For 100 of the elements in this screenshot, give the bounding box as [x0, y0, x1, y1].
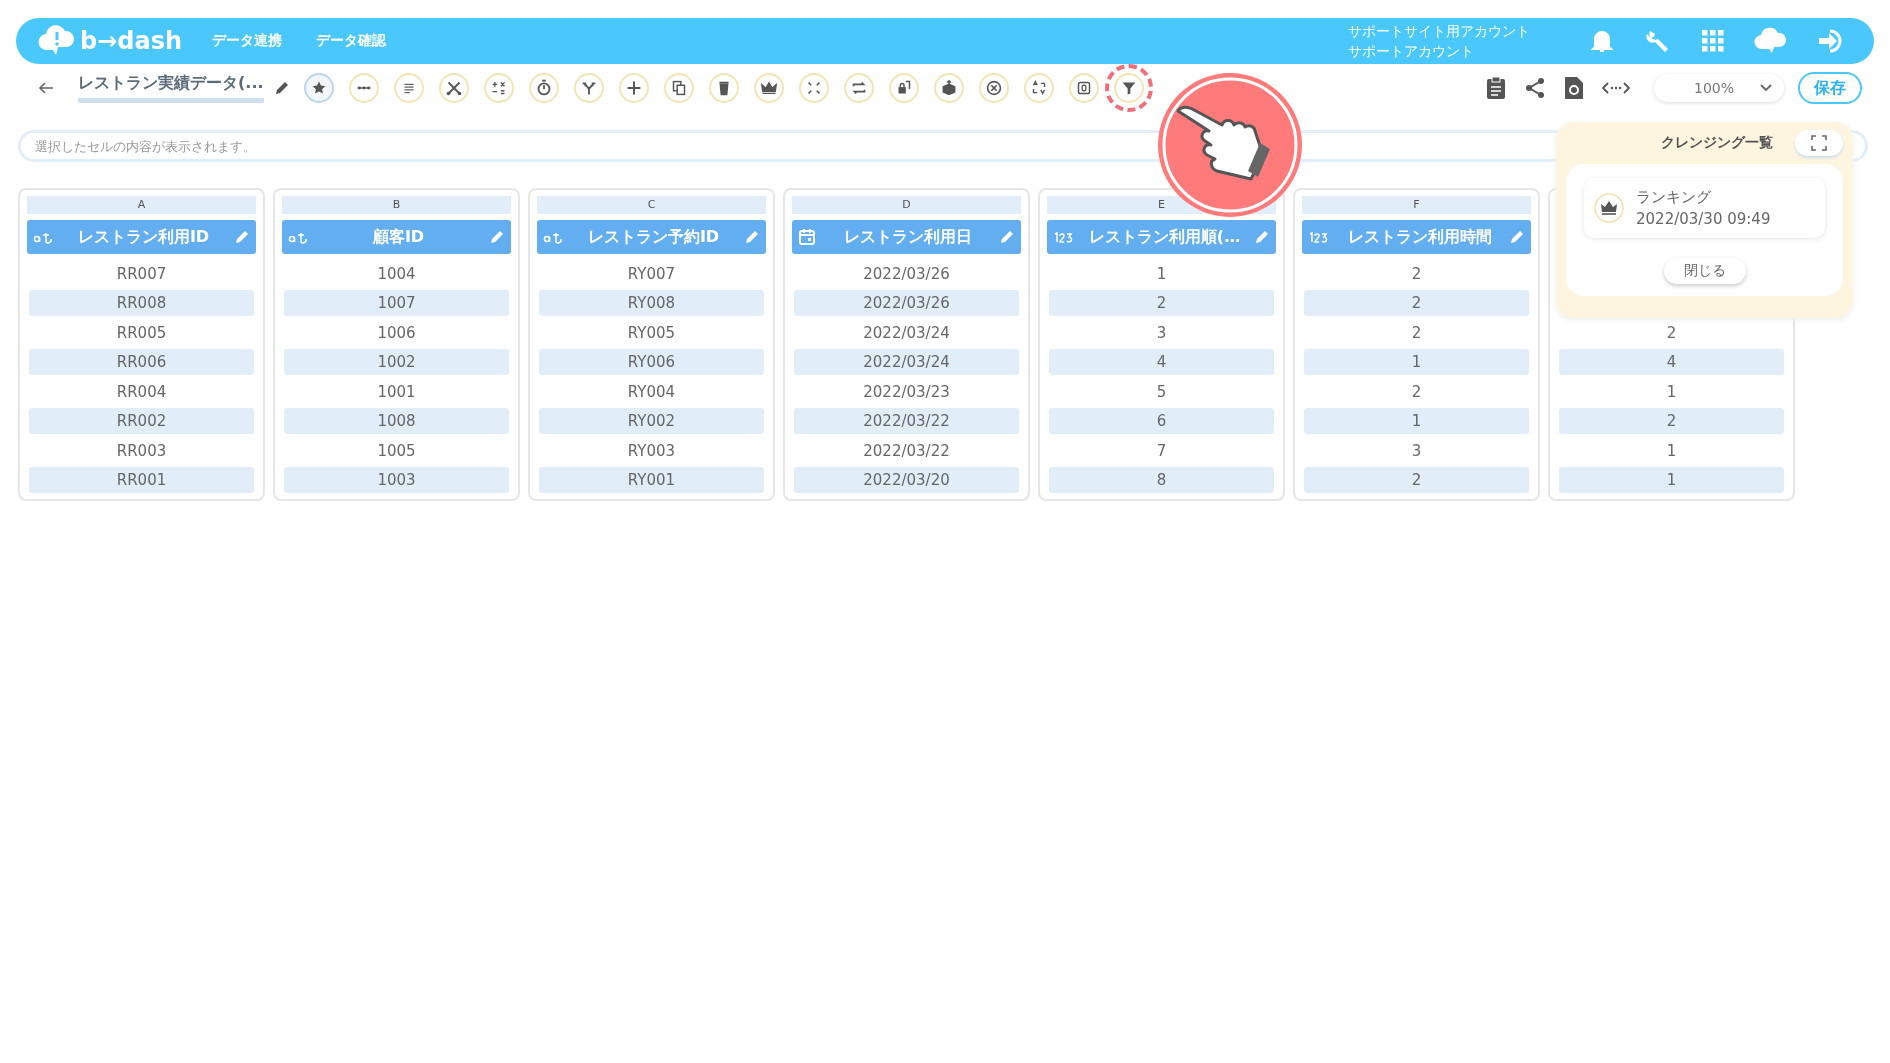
table-cell[interactable]: 2 — [1049, 290, 1274, 317]
table-cell[interactable]: 2 — [1304, 260, 1529, 287]
table-cell[interactable]: 1 — [1559, 467, 1784, 494]
plus-icon[interactable] — [618, 73, 649, 103]
column-letter: F — [1302, 196, 1531, 214]
table-cell[interactable]: 1004 — [284, 260, 509, 287]
crown-icon — [1594, 193, 1624, 223]
document-refresh-icon[interactable] — [1563, 76, 1584, 100]
account-name: サポートサイト用アカウント — [1348, 22, 1530, 41]
table-cell[interactable]: 1002 — [284, 349, 509, 376]
table-cell[interactable]: 2022/03/22 — [794, 408, 1019, 435]
xcircle-icon[interactable] — [978, 73, 1009, 103]
table-cell[interactable]: RY003 — [539, 437, 764, 464]
copy-icon[interactable] — [663, 73, 694, 103]
back-arrow-icon[interactable] — [38, 81, 54, 95]
table-cell[interactable]: 1 — [1559, 437, 1784, 464]
table-cell[interactable]: 2 — [1304, 319, 1529, 346]
table-cell[interactable]: 4 — [1559, 349, 1784, 376]
lines-icon[interactable] — [393, 73, 424, 103]
table-cell[interactable]: 1 — [1304, 349, 1529, 376]
table-cell[interactable]: 1001 — [284, 378, 509, 405]
table-cell[interactable]: RY008 — [539, 290, 764, 317]
table-cell[interactable]: RR006 — [29, 349, 254, 376]
share-icon[interactable] — [1523, 77, 1546, 99]
table-cell[interactable]: 2022/03/26 — [794, 290, 1019, 317]
number-type-icon — [1308, 230, 1330, 244]
column-letter: C — [537, 196, 766, 214]
column-letter: A — [27, 196, 256, 214]
table-cell[interactable]: RY004 — [539, 378, 764, 405]
crown-icon[interactable] — [753, 73, 784, 103]
panel-title: クレンジング一覧 — [1661, 134, 1773, 152]
fullscreen-button[interactable] — [1795, 130, 1843, 156]
compress-icon[interactable] — [798, 73, 829, 103]
table-cell[interactable]: RR008 — [29, 290, 254, 317]
code-icon[interactable] — [1601, 80, 1630, 96]
table-cell[interactable]: 6 — [1049, 408, 1274, 435]
table-cell[interactable]: 2 — [1304, 467, 1529, 494]
dots-icon[interactable] — [348, 73, 379, 103]
table-cell[interactable]: 7 — [1049, 437, 1274, 464]
table-cell[interactable]: 1006 — [284, 319, 509, 346]
table-cell[interactable]: 2 — [1559, 408, 1784, 435]
table-cell[interactable]: RR001 — [29, 467, 254, 494]
column-letter: B — [282, 196, 511, 214]
fullscreen-icon[interactable] — [1811, 135, 1827, 151]
table-cell[interactable]: RR002 — [29, 408, 254, 435]
clipboard-icon[interactable] — [1485, 76, 1506, 100]
text-type-icon — [288, 230, 308, 244]
table-cell[interactable]: RY005 — [539, 319, 764, 346]
trash-icon[interactable] — [708, 73, 739, 103]
table-cell[interactable]: 2022/03/22 — [794, 437, 1019, 464]
table-cell[interactable]: 3 — [1304, 437, 1529, 464]
document-title[interactable]: レストラン実績データ(... — [78, 73, 264, 103]
table-cell[interactable]: 1 — [1304, 408, 1529, 435]
table-cell[interactable]: 2 — [1304, 378, 1529, 405]
box-icon[interactable] — [933, 73, 964, 103]
calc-icon[interactable] — [483, 73, 514, 103]
table-cell[interactable]: 2 — [1559, 319, 1784, 346]
table-cell[interactable]: RY002 — [539, 408, 764, 435]
cleansing-item[interactable]: ランキング 2022/03/30 09:49 — [1584, 178, 1825, 238]
lock-icon[interactable] — [888, 73, 919, 103]
number-type-icon — [1053, 230, 1075, 244]
table-cell[interactable]: RR007 — [29, 260, 254, 287]
chevron-down-icon[interactable] — [1760, 84, 1772, 92]
swap-icon[interactable] — [843, 73, 874, 103]
item-time: 2022/03/30 09:49 — [1636, 209, 1771, 230]
table-cell[interactable]: 1008 — [284, 408, 509, 435]
text-type-icon — [543, 230, 563, 244]
table-cell[interactable]: 1005 — [284, 437, 509, 464]
text-type-icon — [33, 230, 53, 244]
table-cell[interactable]: 4 — [1049, 349, 1274, 376]
item-name: ランキング — [1636, 187, 1712, 208]
table-cell[interactable]: RR003 — [29, 437, 254, 464]
table-cell[interactable]: RR005 — [29, 319, 254, 346]
table-cell[interactable]: 2022/03/23 — [794, 378, 1019, 405]
table-cell[interactable]: RR004 — [29, 378, 254, 405]
table-cell[interactable]: 2022/03/24 — [794, 319, 1019, 346]
table-cell[interactable]: RY007 — [539, 260, 764, 287]
zoom-select[interactable]: 100% — [1653, 74, 1784, 102]
table-cell[interactable]: RY001 — [539, 467, 764, 494]
zero-icon[interactable] — [1068, 73, 1099, 103]
table-cell[interactable]: 1003 — [284, 467, 509, 494]
calendar-icon — [798, 228, 816, 246]
convert-icon[interactable] — [1023, 73, 1054, 103]
table-cell[interactable]: 1007 — [284, 290, 509, 317]
account-name: サポートアカウント — [1348, 42, 1475, 61]
table-cell[interactable]: RY006 — [539, 349, 764, 376]
table-cell[interactable]: 8 — [1049, 467, 1274, 494]
table-cell[interactable]: 5 — [1049, 378, 1274, 405]
split-icon[interactable] — [573, 73, 604, 103]
timer-icon[interactable] — [528, 73, 559, 103]
table-cell[interactable]: 2022/03/24 — [794, 349, 1019, 376]
table-cell[interactable]: 1 — [1559, 378, 1784, 405]
table-cell[interactable]: 2 — [1304, 290, 1529, 317]
table-cell[interactable]: 2022/03/26 — [794, 260, 1019, 287]
logo-text: b→dash — [80, 27, 183, 55]
table-cell[interactable]: 1 — [1049, 260, 1274, 287]
pencil-icon[interactable] — [273, 80, 290, 96]
close-button[interactable]: 閉じる — [1663, 258, 1746, 284]
table-cell[interactable]: 3 — [1049, 319, 1274, 346]
table-cell[interactable]: 2022/03/20 — [794, 467, 1019, 494]
